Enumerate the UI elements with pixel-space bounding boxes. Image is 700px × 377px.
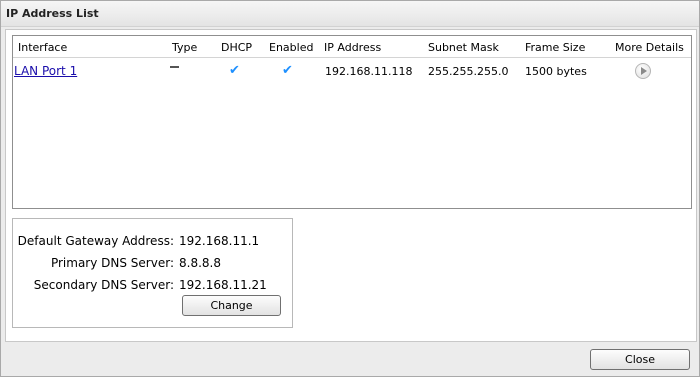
interface-link[interactable]: LAN Port 1 (14, 64, 77, 78)
primary-dns-label: Primary DNS Server: (50, 256, 174, 270)
ip-address-cell: 192.168.11.118 (325, 65, 413, 78)
gateway-label: Default Gateway Address: (17, 234, 174, 248)
ip-address-table: Interface Type DHCP Enabled IP Address S… (12, 35, 692, 209)
primary-dns-value: 8.8.8.8 (179, 256, 221, 270)
subnet-mask-cell: 255.255.255.0 (428, 65, 509, 78)
gateway-dns-panel: Default Gateway Address: 192.168.11.1 Pr… (12, 218, 293, 328)
dialog-title: IP Address List (6, 7, 99, 20)
column-header-type[interactable]: Type (172, 41, 197, 54)
table-row[interactable]: LAN Port 1 ✔ ✔ 192.168.11.118 255.255.25… (13, 59, 691, 81)
title-bar: IP Address List (1, 1, 699, 27)
gateway-value: 192.168.11.1 (179, 234, 260, 248)
secondary-dns-value: 192.168.11.21 (179, 278, 267, 292)
column-header-subnet-mask[interactable]: Subnet Mask (428, 41, 499, 54)
dhcp-check-icon: ✔ (229, 63, 240, 78)
enabled-check-icon: ✔ (282, 63, 293, 78)
column-header-more-details[interactable]: More Details (615, 41, 684, 54)
secondary-dns-label: Secondary DNS Server: (33, 278, 174, 292)
dash-icon (170, 66, 179, 68)
content-panel: Interface Type DHCP Enabled IP Address S… (5, 29, 697, 342)
play-icon[interactable] (635, 63, 651, 79)
column-header-enabled[interactable]: Enabled (269, 41, 313, 54)
frame-size-cell: 1500 bytes (525, 65, 587, 78)
close-button[interactable]: Close (590, 349, 690, 370)
column-header-dhcp[interactable]: DHCP (221, 41, 252, 54)
change-button[interactable]: Change (182, 295, 281, 316)
column-header-interface[interactable]: Interface (18, 41, 67, 54)
table-header: Interface Type DHCP Enabled IP Address S… (13, 36, 691, 58)
column-header-ip-address[interactable]: IP Address (324, 41, 381, 54)
column-header-frame-size[interactable]: Frame Size (525, 41, 585, 54)
ip-address-list-dialog: IP Address List Interface Type DHCP Enab… (0, 0, 700, 377)
